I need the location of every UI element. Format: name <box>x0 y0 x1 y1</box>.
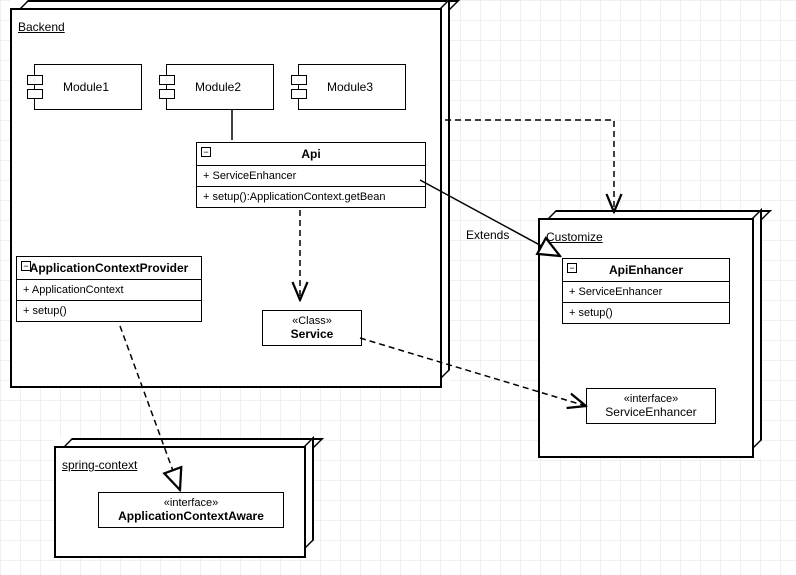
collapse-icon: − <box>21 261 31 271</box>
class-serviceenhancer: «interface» ServiceEnhancer <box>586 388 716 424</box>
class-appctxprovider: − ApplicationContextProvider + Applicati… <box>16 256 202 322</box>
class-appctxprovider-name: ApplicationContextProvider <box>30 261 189 275</box>
collapse-icon: − <box>201 147 211 157</box>
package-springcontext: spring-context «interface» ApplicationCo… <box>54 438 314 558</box>
component-module3-label: Module3 <box>327 80 373 94</box>
class-api: − Api + ServiceEnhancer + setup():Applic… <box>196 142 426 208</box>
class-apienhancer: − ApiEnhancer + ServiceEnhancer + setup(… <box>562 258 730 324</box>
component-module1: Module1 <box>34 64 142 110</box>
class-service-stereo: «Class» <box>269 315 355 327</box>
class-apienhancer-op: + setup() <box>563 303 729 323</box>
class-appctxprovider-op: + setup() <box>17 301 201 321</box>
connector-backend-customize <box>445 120 614 212</box>
class-api-attr: + ServiceEnhancer <box>197 166 425 187</box>
package-backend: Backend Module1 Module2 Module3 − Api + … <box>10 0 450 388</box>
package-customize: Customize − ApiEnhancer + ServiceEnhance… <box>538 210 762 458</box>
class-api-op: + setup():ApplicationContext.getBean <box>197 187 425 207</box>
component-module3: Module3 <box>298 64 406 110</box>
component-module2-label: Module2 <box>195 80 241 94</box>
class-service: «Class» Service <box>262 310 362 346</box>
collapse-icon: − <box>567 263 577 273</box>
label-extends: Extends <box>466 228 509 242</box>
component-module1-label: Module1 <box>63 80 109 94</box>
package-backend-label: Backend <box>18 20 65 34</box>
class-appctxaware-stereo: «interface» <box>105 497 277 509</box>
component-module2: Module2 <box>166 64 274 110</box>
class-apienhancer-name: ApiEnhancer <box>609 263 683 277</box>
class-serviceenhancer-stereo: «interface» <box>593 393 709 405</box>
class-service-name: Service <box>291 327 334 341</box>
class-appctxprovider-attr: + ApplicationContext <box>17 280 201 301</box>
class-serviceenhancer-name: ServiceEnhancer <box>605 405 696 419</box>
package-springcontext-label: spring-context <box>62 458 137 472</box>
class-apienhancer-attr: + ServiceEnhancer <box>563 282 729 303</box>
class-api-name: Api <box>301 147 320 161</box>
class-appctxaware-name: ApplicationContextAware <box>118 509 264 523</box>
package-customize-label: Customize <box>546 230 603 244</box>
class-appctxaware: «interface» ApplicationContextAware <box>98 492 284 528</box>
